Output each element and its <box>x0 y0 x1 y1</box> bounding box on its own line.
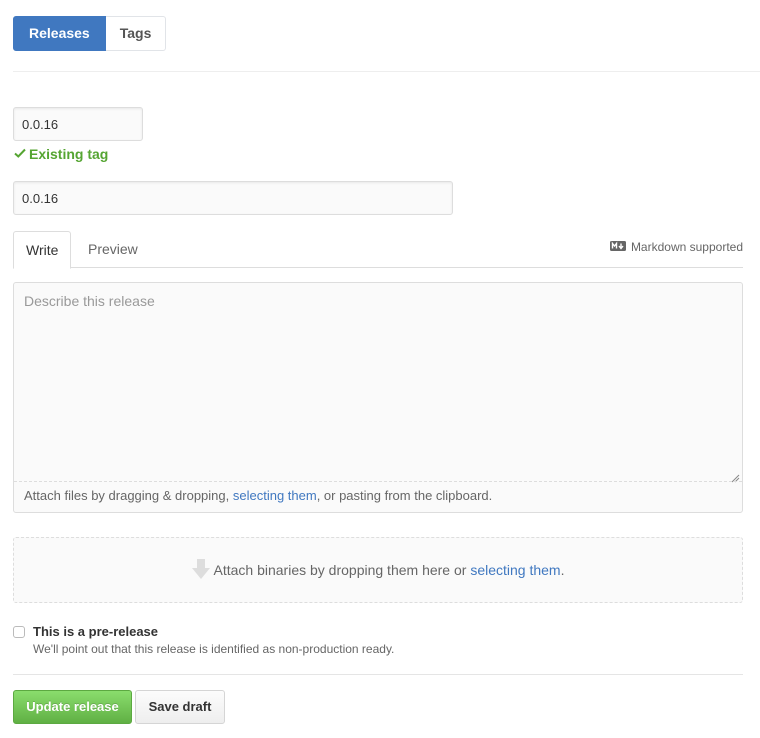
select-files-link[interactable]: selecting them <box>233 488 317 503</box>
release-title-input[interactable] <box>13 181 453 215</box>
markdown-hint-text: Markdown supported <box>630 240 743 254</box>
attach-binaries-text: Attach binaries by dropping them here or <box>213 562 471 578</box>
attach-binaries-suffix: . <box>560 562 565 578</box>
editor-tabs: Write Preview Markdown supported <box>13 231 743 269</box>
tab-write[interactable]: Write <box>13 231 72 269</box>
prerelease-checkbox[interactable] <box>13 626 25 638</box>
resize-handle-icon[interactable] <box>731 470 740 483</box>
select-binaries-link[interactable]: selecting them <box>470 562 560 578</box>
save-draft-button[interactable]: Save draft <box>135 690 225 724</box>
tag-version-input[interactable] <box>13 107 143 141</box>
attach-files-text: Attach files by dragging & dropping, <box>24 488 233 503</box>
update-release-button[interactable]: Update release <box>13 690 132 724</box>
check-icon <box>14 146 26 162</box>
release-description-editor: Attach files by dragging & dropping, sel… <box>13 282 743 513</box>
divider <box>13 674 743 675</box>
divider <box>13 71 760 72</box>
arrow-down-icon <box>191 558 210 582</box>
existing-tag-status: Existing tag <box>14 146 108 162</box>
markdown-supported-link[interactable]: Markdown supported <box>609 240 743 254</box>
binaries-dropzone[interactable]: Attach binaries by dropping them here or… <box>13 537 743 603</box>
description-textarea[interactable] <box>14 283 742 481</box>
attach-files-bar: Attach files by dragging & dropping, sel… <box>14 481 742 512</box>
tab-tags[interactable]: Tags <box>105 16 167 51</box>
prerelease-note: We'll point out that this release is ide… <box>33 642 395 656</box>
releases-tags-subnav: Releases Tags <box>13 16 167 51</box>
tab-releases[interactable]: Releases <box>13 16 106 51</box>
attach-files-suffix: , or pasting from the clipboard. <box>316 488 493 503</box>
markdown-icon <box>609 240 626 254</box>
prerelease-label[interactable]: This is a pre-release <box>33 624 158 639</box>
existing-tag-text: Existing tag <box>29 146 109 162</box>
tab-preview[interactable]: Preview <box>76 231 150 267</box>
